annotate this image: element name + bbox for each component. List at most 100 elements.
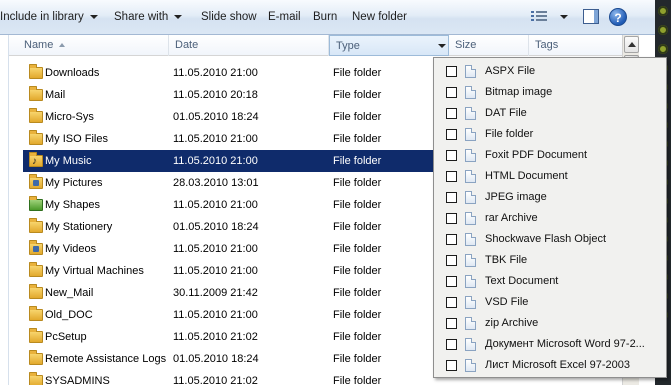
column-header: Name Date Type Size Tags <box>9 35 622 56</box>
type-filter-label: TBK File <box>485 254 528 266</box>
file-date: 11.05.2010 21:02 <box>173 375 258 385</box>
checkbox[interactable] <box>446 108 457 119</box>
preview-pane-icon[interactable] <box>583 9 599 24</box>
checkbox[interactable] <box>446 318 457 329</box>
change-view-icon[interactable] <box>531 9 547 23</box>
file-date: 11.05.2010 21:00 <box>173 155 258 167</box>
type-filter-label: zip Archive <box>485 317 539 329</box>
type-filter-label: File folder <box>485 128 534 140</box>
file-type-icon <box>465 149 476 162</box>
column-header-date[interactable]: Date <box>169 35 329 56</box>
column-type-label: Type <box>336 40 360 52</box>
checkbox[interactable] <box>446 297 457 308</box>
folder-icon <box>29 306 43 321</box>
type-filter-item[interactable]: Документ Microsoft Word 97-2... <box>434 334 666 355</box>
include-in-library-label: Include in library <box>0 11 84 23</box>
type-filter-item[interactable]: Foxit PDF Document <box>434 145 666 166</box>
include-in-library-button[interactable]: Include in library <box>0 0 98 35</box>
shapes-folder-icon <box>29 196 43 211</box>
folder-icon <box>29 218 43 233</box>
checkbox[interactable] <box>446 234 457 245</box>
file-type: File folder <box>333 309 382 321</box>
new-folder-button[interactable]: New folder <box>352 0 407 35</box>
file-type: File folder <box>333 155 382 167</box>
type-filter-item[interactable]: VSD File <box>434 292 666 313</box>
file-name: SYSADMINS <box>45 375 110 385</box>
checkbox[interactable] <box>446 66 457 77</box>
music-folder-icon <box>29 151 43 173</box>
file-date: 11.05.2010 21:00 <box>173 67 258 79</box>
share-with-button[interactable]: Share with <box>114 0 183 35</box>
type-filter-item[interactable]: HTML Document <box>434 166 666 187</box>
file-name: PcSetup <box>45 331 87 343</box>
command-bar: Include in library Share with Slide show… <box>0 0 655 35</box>
column-header-size[interactable]: Size <box>449 35 529 56</box>
type-filter-label: rar Archive <box>485 212 538 224</box>
type-filter-item[interactable]: JPEG image <box>434 187 666 208</box>
type-filter-label: Text Document <box>485 275 559 287</box>
column-name-label: Name <box>24 39 54 51</box>
file-name: Old_DOC <box>45 309 93 321</box>
folder-icon <box>29 108 43 123</box>
file-name: My Shapes <box>45 199 101 211</box>
checkbox[interactable] <box>446 255 457 266</box>
checkbox[interactable] <box>446 192 457 203</box>
checkbox[interactable] <box>446 129 457 140</box>
checkbox[interactable] <box>446 87 457 98</box>
help-icon[interactable]: ? <box>609 8 627 26</box>
type-filter-item[interactable]: rar Archive <box>434 208 666 229</box>
type-filter-item[interactable]: TBK File <box>434 250 666 271</box>
type-filter-item[interactable]: DAT File <box>434 103 666 124</box>
sort-ascending-icon <box>59 43 66 48</box>
type-filter-item[interactable]: Text Document <box>434 271 666 292</box>
type-filter-item[interactable]: Shockwave Flash Object <box>434 229 666 250</box>
folder-icon <box>29 350 43 365</box>
email-button[interactable]: E-mail <box>268 0 301 35</box>
file-name: My Pictures <box>45 177 103 189</box>
file-type-icon <box>465 107 476 120</box>
type-filter-item[interactable]: zip Archive <box>434 313 666 334</box>
type-filter-label: Shockwave Flash Object <box>485 233 607 245</box>
checkbox[interactable] <box>446 171 457 182</box>
file-name: My Music <box>45 155 92 167</box>
file-type: File folder <box>333 375 382 385</box>
checkbox[interactable] <box>446 360 457 371</box>
slide-show-button[interactable]: Slide show <box>201 0 257 35</box>
file-date: 11.05.2010 21:00 <box>173 199 258 211</box>
type-filter-dropdown: ASPX File Bitmap image DAT File File folder… <box>433 57 667 378</box>
file-type-icon <box>465 128 476 141</box>
column-header-tags[interactable]: Tags <box>529 35 622 56</box>
file-date: 11.05.2010 21:00 <box>173 265 258 277</box>
type-filter-chevron-icon[interactable] <box>438 44 446 48</box>
burn-button[interactable]: Burn <box>313 0 337 35</box>
file-date: 28.03.2010 13:01 <box>173 177 259 189</box>
view-options-chevron-icon[interactable] <box>560 15 568 19</box>
file-type-icon <box>465 338 476 351</box>
folder-icon <box>29 284 43 299</box>
file-type: File folder <box>333 243 382 255</box>
type-filter-item[interactable]: Bitmap image <box>434 82 666 103</box>
checkbox[interactable] <box>446 150 457 161</box>
checkbox[interactable] <box>446 213 457 224</box>
file-type: File folder <box>333 133 382 145</box>
file-name: My Videos <box>45 243 97 255</box>
column-header-name[interactable]: Name <box>9 35 169 56</box>
file-type: File folder <box>333 89 382 101</box>
type-filter-item[interactable]: Лист Microsoft Excel 97-2003 <box>434 355 666 376</box>
type-filter-item[interactable]: ASPX File <box>434 61 666 82</box>
file-name: Micro-Sys <box>45 111 94 123</box>
column-header-type[interactable]: Type <box>329 35 449 56</box>
file-type: File folder <box>333 331 382 343</box>
file-type-icon <box>465 359 476 372</box>
scroll-up-arrow-icon[interactable] <box>624 36 639 53</box>
file-date: 30.11.2009 21:42 <box>173 287 258 299</box>
file-date: 01.05.2010 18:24 <box>173 353 259 365</box>
folder-icon <box>29 328 43 343</box>
column-size-label: Size <box>455 39 477 51</box>
type-filter-label: VSD File <box>485 296 529 308</box>
file-type: File folder <box>333 199 382 211</box>
checkbox[interactable] <box>446 339 457 350</box>
type-filter-label: Foxit PDF Document <box>485 149 588 161</box>
checkbox[interactable] <box>446 276 457 287</box>
type-filter-item[interactable]: File folder <box>434 124 666 145</box>
